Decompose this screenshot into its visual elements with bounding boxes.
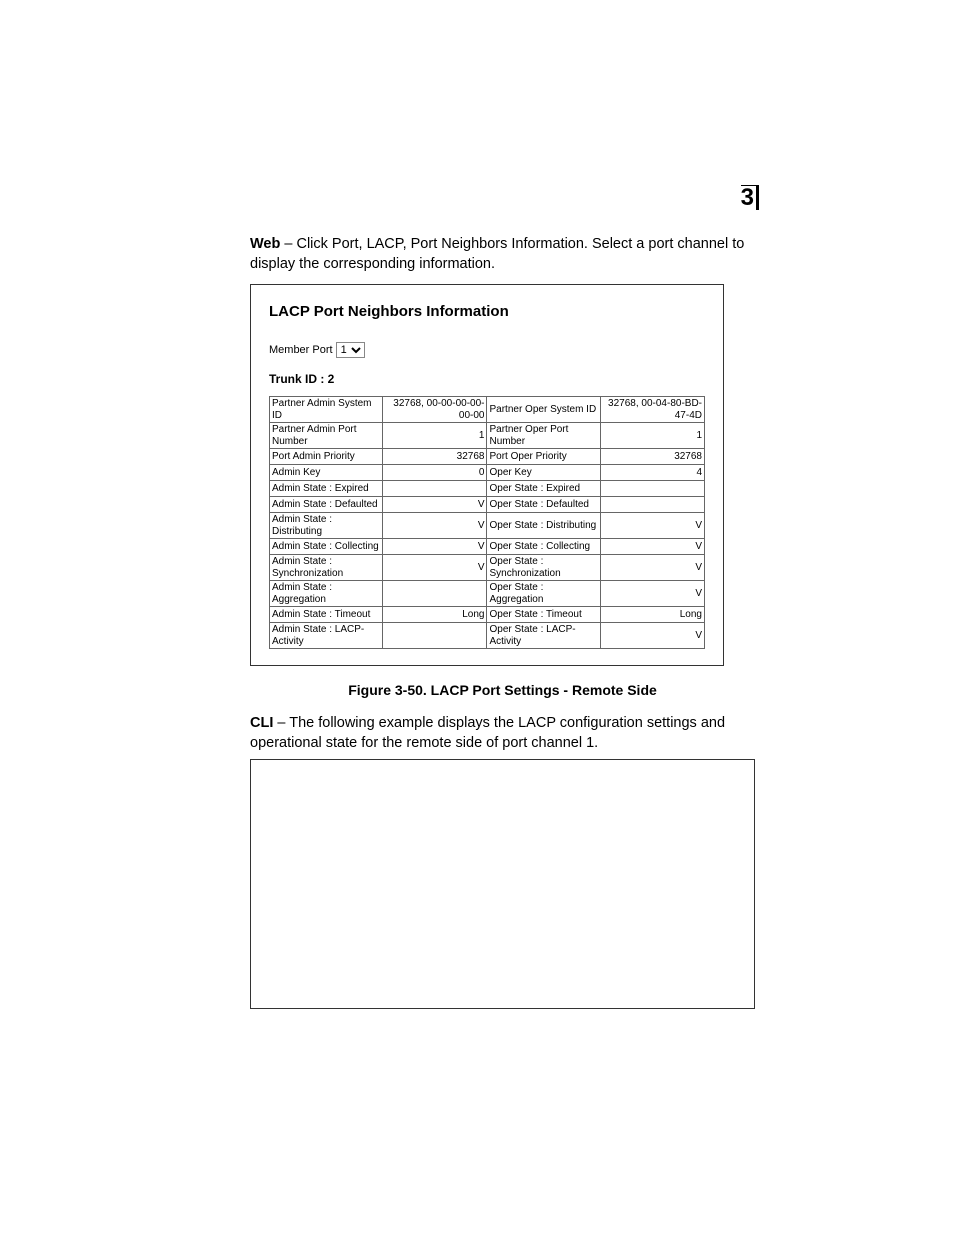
admin-value-cell: Long <box>383 607 487 623</box>
cli-text: – The following example displays the LAC… <box>250 715 725 751</box>
page: 3 Web – Click Port, LACP, Port Neighbors… <box>0 0 954 1235</box>
oper-label-cell: Oper State : Timeout <box>487 607 600 623</box>
table-row: Port Admin Priority32768Port Oper Priori… <box>270 449 705 465</box>
body-column: Web – Click Port, LACP, Port Neighbors I… <box>250 235 755 1009</box>
trunk-id-label: Trunk ID : 2 <box>269 372 705 386</box>
oper-value-cell <box>600 497 704 513</box>
admin-value-cell: V <box>383 555 487 581</box>
web-text: – Click Port, LACP, Port Neighbors Infor… <box>250 236 744 272</box>
cli-output-frame <box>250 759 755 1009</box>
admin-label-cell: Admin State : Collecting <box>270 539 383 555</box>
admin-value-cell <box>383 581 487 607</box>
table-row: Admin Key0Oper Key4 <box>270 465 705 481</box>
admin-label-cell: Admin State : LACP-Activity <box>270 623 383 649</box>
oper-value-cell: V <box>600 555 704 581</box>
cli-paragraph: CLI – The following example displays the… <box>250 714 755 753</box>
memberport-select[interactable]: 1 <box>336 342 365 358</box>
admin-label-cell: Partner Admin Port Number <box>270 423 383 449</box>
oper-value-cell: 1 <box>600 423 704 449</box>
table-row: Admin State : DistributingVOper State : … <box>270 513 705 539</box>
oper-value-cell <box>600 481 704 497</box>
table-row: Partner Admin Port Number1Partner Oper P… <box>270 423 705 449</box>
memberport-label: Member Port <box>269 344 333 356</box>
admin-value-cell: 32768 <box>383 449 487 465</box>
oper-value-cell: V <box>600 539 704 555</box>
web-paragraph: Web – Click Port, LACP, Port Neighbors I… <box>250 235 755 274</box>
admin-label-cell: Admin State : Distributing <box>270 513 383 539</box>
admin-value-cell: V <box>383 539 487 555</box>
lacp-table: Partner Admin System ID32768, 00-00-00-0… <box>269 396 705 649</box>
oper-label-cell: Oper State : Synchronization <box>487 555 600 581</box>
table-row: Admin State : Expired Oper State : Expire… <box>270 481 705 497</box>
table-row: Admin State : CollectingVOper State : Co… <box>270 539 705 555</box>
chapter-number: 3 <box>741 185 759 210</box>
admin-label-cell: Partner Admin System ID <box>270 397 383 423</box>
admin-label-cell: Admin State : Timeout <box>270 607 383 623</box>
admin-value-cell: 32768, 00-00-00-00-00-00 <box>383 397 487 423</box>
admin-label-cell: Admin Key <box>270 465 383 481</box>
oper-label-cell: Partner Oper System ID <box>487 397 600 423</box>
admin-value-cell: V <box>383 513 487 539</box>
table-row: Partner Admin System ID32768, 00-00-00-0… <box>270 397 705 423</box>
table-row: Admin State : LACP-Activity Oper State : … <box>270 623 705 649</box>
table-row: Admin State : Aggregation Oper State : Ag… <box>270 581 705 607</box>
oper-label-cell: Oper State : Distributing <box>487 513 600 539</box>
oper-label-cell: Partner Oper Port Number <box>487 423 600 449</box>
table-row: Admin State : DefaultedVOper State : Def… <box>270 497 705 513</box>
admin-label-cell: Port Admin Priority <box>270 449 383 465</box>
oper-label-cell: Oper State : Defaulted <box>487 497 600 513</box>
figure-caption: Figure 3-50. LACP Port Settings - Remote… <box>250 682 755 698</box>
oper-value-cell: Long <box>600 607 704 623</box>
oper-label-cell: Oper State : Collecting <box>487 539 600 555</box>
oper-label-cell: Oper State : Aggregation <box>487 581 600 607</box>
oper-value-cell: 4 <box>600 465 704 481</box>
oper-label-cell: Oper State : LACP-Activity <box>487 623 600 649</box>
admin-label-cell: Admin State : Synchronization <box>270 555 383 581</box>
table-row: Admin State : SynchronizationVOper State… <box>270 555 705 581</box>
oper-value-cell: 32768 <box>600 449 704 465</box>
web-label: Web <box>250 236 280 252</box>
oper-value-cell: 32768, 00-04-80-BD-47-4D <box>600 397 704 423</box>
oper-label-cell: Oper Key <box>487 465 600 481</box>
admin-label-cell: Admin State : Expired <box>270 481 383 497</box>
admin-value-cell: V <box>383 497 487 513</box>
admin-value-cell: 1 <box>383 423 487 449</box>
memberport-row: Member Port 1 <box>269 342 705 358</box>
oper-label-cell: Oper State : Expired <box>487 481 600 497</box>
oper-value-cell: V <box>600 581 704 607</box>
table-row: Admin State : TimeoutLongOper State : Ti… <box>270 607 705 623</box>
admin-value-cell: 0 <box>383 465 487 481</box>
screenshot-title: LACP Port Neighbors Information <box>269 303 705 320</box>
oper-label-cell: Port Oper Priority <box>487 449 600 465</box>
oper-value-cell: V <box>600 513 704 539</box>
admin-value-cell <box>383 481 487 497</box>
oper-value-cell: V <box>600 623 704 649</box>
admin-label-cell: Admin State : Defaulted <box>270 497 383 513</box>
admin-value-cell <box>383 623 487 649</box>
admin-label-cell: Admin State : Aggregation <box>270 581 383 607</box>
cli-label: CLI <box>250 715 273 731</box>
screenshot-frame: LACP Port Neighbors Information Member P… <box>250 284 724 666</box>
